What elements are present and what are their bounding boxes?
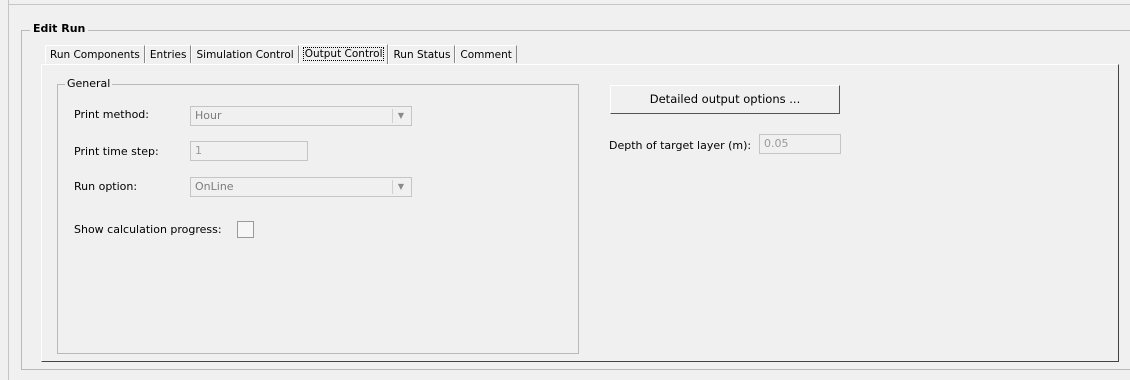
run-option-value: OnLine: [195, 180, 234, 193]
tab-label: Simulation Control: [196, 49, 294, 61]
tab-entries[interactable]: Entries: [144, 45, 192, 63]
print-method-select[interactable]: Hour ▼: [190, 106, 412, 126]
tab-label: Comment: [460, 49, 512, 61]
depth-target-layer-label: Depth of target layer (m):: [609, 139, 752, 152]
tab-comment[interactable]: Comment: [455, 45, 517, 63]
show-progress-checkbox[interactable]: [237, 221, 254, 238]
print-time-step-field[interactable]: 1: [190, 141, 308, 161]
print-method-value: Hour: [195, 109, 222, 122]
tab-run-status[interactable]: Run Status: [388, 45, 456, 63]
tab-label: Run Components: [50, 49, 140, 61]
top-border: [8, 0, 1130, 5]
tab-label: Entries: [149, 49, 187, 61]
tab-label: Run Status: [393, 49, 451, 61]
depth-target-layer-field[interactable]: 0.05: [759, 134, 841, 154]
tab-strip: Run Components Entries Simulation Contro…: [45, 44, 517, 64]
print-time-step-label: Print time step:: [74, 145, 159, 158]
detailed-output-options-button[interactable]: Detailed output options ...: [610, 85, 840, 114]
print-method-label: Print method:: [74, 108, 149, 121]
chevron-down-icon[interactable]: ▼: [392, 180, 409, 194]
run-option-select[interactable]: OnLine ▼: [190, 177, 412, 197]
chevron-down-icon[interactable]: ▼: [392, 109, 409, 123]
tab-label: Output Control: [302, 47, 385, 61]
edit-run-title: Edit Run: [30, 22, 89, 35]
run-option-label: Run option:: [74, 180, 138, 193]
tab-output-control[interactable]: Output Control: [298, 44, 389, 64]
general-title: General: [65, 77, 113, 90]
tab-simulation-control[interactable]: Simulation Control: [191, 45, 299, 63]
tab-run-components[interactable]: Run Components: [45, 45, 145, 63]
show-progress-label: Show calculation progress:: [74, 223, 222, 236]
left-divider: [8, 4, 9, 380]
